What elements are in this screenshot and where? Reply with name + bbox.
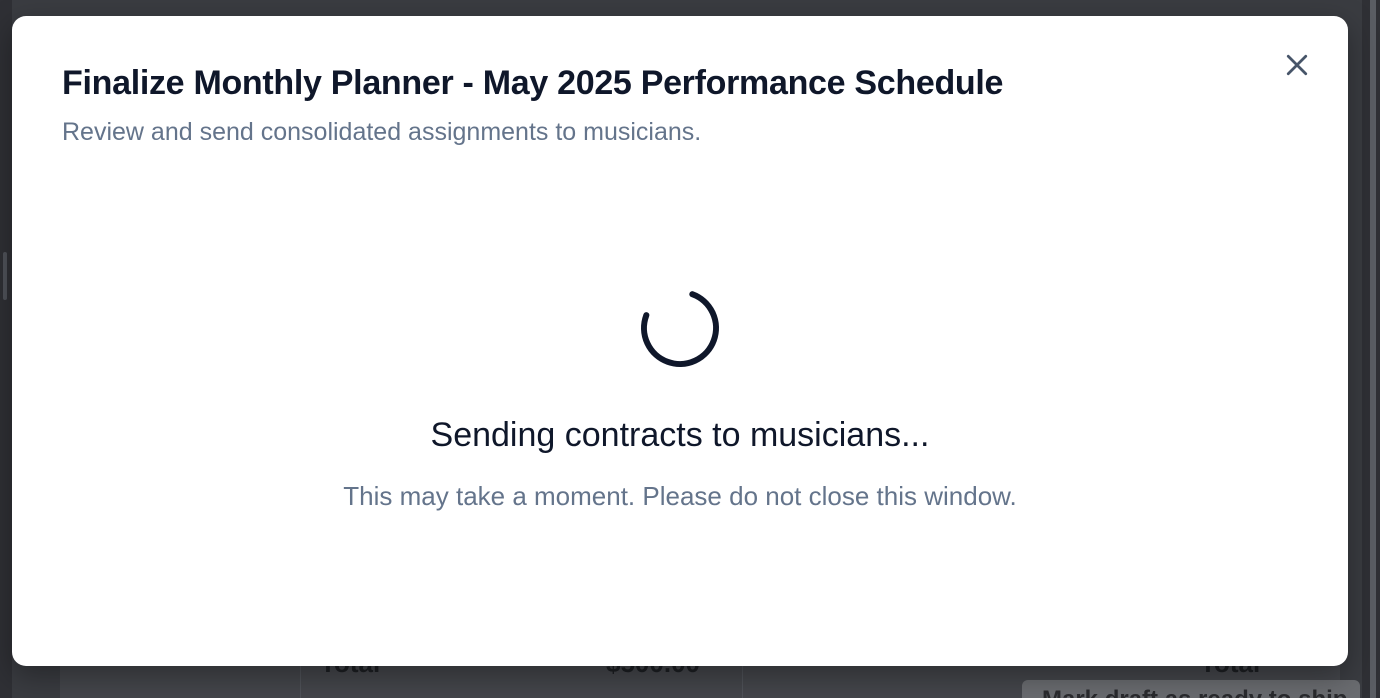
- loading-hint-text: This may take a moment. Please do not cl…: [343, 481, 1017, 511]
- dialog-subtitle: Review and send consolidated assignments…: [62, 118, 702, 146]
- loading-status-text: Sending contracts to musicians...: [430, 416, 930, 454]
- background-sidebar: [0, 0, 12, 698]
- spinner-icon: [641, 289, 719, 367]
- finalize-planner-dialog: Finalize Monthly Planner - May 2025 Perf…: [12, 16, 1348, 666]
- background-action-button: Mark draft as ready to ship: [1022, 680, 1360, 698]
- close-button[interactable]: [1282, 50, 1312, 80]
- background-resize-handle: [3, 252, 7, 300]
- dialog-title: Finalize Monthly Planner - May 2025 Perf…: [62, 64, 1004, 102]
- close-icon: [1286, 54, 1308, 76]
- background-scrollbar: [1370, 0, 1376, 698]
- loading-area: Sending contracts to musicians... This m…: [12, 286, 1348, 512]
